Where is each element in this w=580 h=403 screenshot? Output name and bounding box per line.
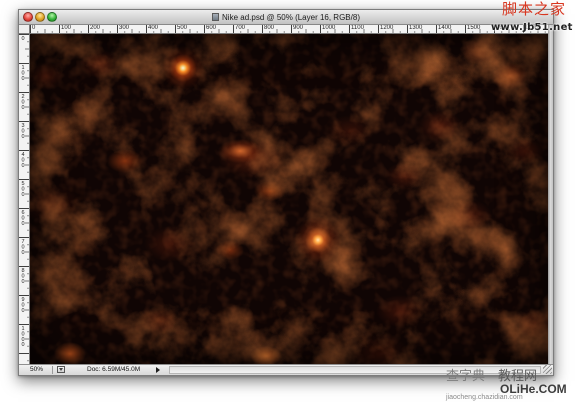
status-divider xyxy=(52,366,53,374)
top-ruler-label: 1400 xyxy=(438,25,452,31)
left-ruler-label: 500 xyxy=(20,181,26,198)
window-right-frame xyxy=(548,25,553,364)
top-ruler-label: 1000 xyxy=(322,25,336,31)
top-ruler-label: 600 xyxy=(206,25,217,31)
left-ruler-label: 300 xyxy=(20,123,26,140)
document-canvas[interactable] xyxy=(30,34,548,364)
horizontal-scrollbar[interactable] xyxy=(169,366,541,374)
zoom-level-field[interactable]: 50% xyxy=(30,365,50,375)
triangle-right-icon xyxy=(156,367,160,373)
top-ruler-label: 0 xyxy=(32,25,36,31)
top-ruler-label: 1300 xyxy=(409,25,423,31)
left-ruler-label: 200 xyxy=(20,94,26,111)
left-ruler[interactable]: 0 100 200 300 400 500 600 700 800 900 1000 xyxy=(19,34,30,364)
status-document-icon[interactable] xyxy=(57,366,65,373)
watermark-jb51-url: www.Jb51.net xyxy=(491,22,573,33)
left-ruler-label: 900 xyxy=(20,297,26,314)
left-ruler-label: 100 xyxy=(20,65,26,82)
status-menu-button[interactable] xyxy=(154,366,162,374)
psd-document-icon[interactable] xyxy=(212,13,220,21)
left-ruler-label: 700 xyxy=(20,239,26,256)
top-ruler-label: 1200 xyxy=(380,25,394,31)
left-ruler-label: 400 xyxy=(20,152,26,169)
top-ruler-label: 700 xyxy=(235,25,246,31)
window-title-group: Nike ad.psd @ 50% (Layer 16, RGB/8) xyxy=(19,10,553,24)
watermark-chazidian-logo: 查字典 xyxy=(446,369,486,384)
top-ruler-label: 200 xyxy=(90,25,101,31)
top-ruler-label: 1500 xyxy=(467,25,481,31)
top-ruler-label: 500 xyxy=(177,25,188,31)
top-ruler[interactable]: 0 100 200 300 400 500 600 700 800 900 1000 1100 1200… xyxy=(30,25,548,34)
screenshot: Nike ad.psd @ 50% (Layer 16, RGB/8) 0 100… xyxy=(0,0,580,403)
window-title: Nike ad.psd @ 50% (Layer 16, RGB/8) xyxy=(222,12,360,22)
window-titlebar[interactable]: Nike ad.psd @ 50% (Layer 16, RGB/8) xyxy=(19,10,553,25)
document-size-info[interactable]: Doc: 6.59M/45.0M xyxy=(87,365,140,375)
left-ruler-label: 1000 xyxy=(20,326,26,348)
canvas-vignette xyxy=(30,34,548,364)
top-ruler-label: 800 xyxy=(264,25,275,31)
left-ruler-label: 600 xyxy=(20,210,26,227)
top-ruler-label: 100 xyxy=(61,25,72,31)
watermark-jb51-logo: 脚本之家 xyxy=(502,0,567,18)
left-ruler-label: 800 xyxy=(20,268,26,285)
top-ruler-label: 900 xyxy=(293,25,304,31)
watermark-olihe: OLiHe.COM xyxy=(500,382,567,396)
document-window: Nike ad.psd @ 50% (Layer 16, RGB/8) 0 100… xyxy=(18,9,554,376)
left-ruler-label: 0 xyxy=(20,36,26,42)
resize-grip-icon[interactable] xyxy=(543,365,552,374)
top-ruler-label: 1100 xyxy=(351,25,364,31)
top-ruler-label: 300 xyxy=(119,25,130,31)
top-ruler-label: 400 xyxy=(148,25,159,31)
ruler-origin[interactable] xyxy=(19,25,30,34)
